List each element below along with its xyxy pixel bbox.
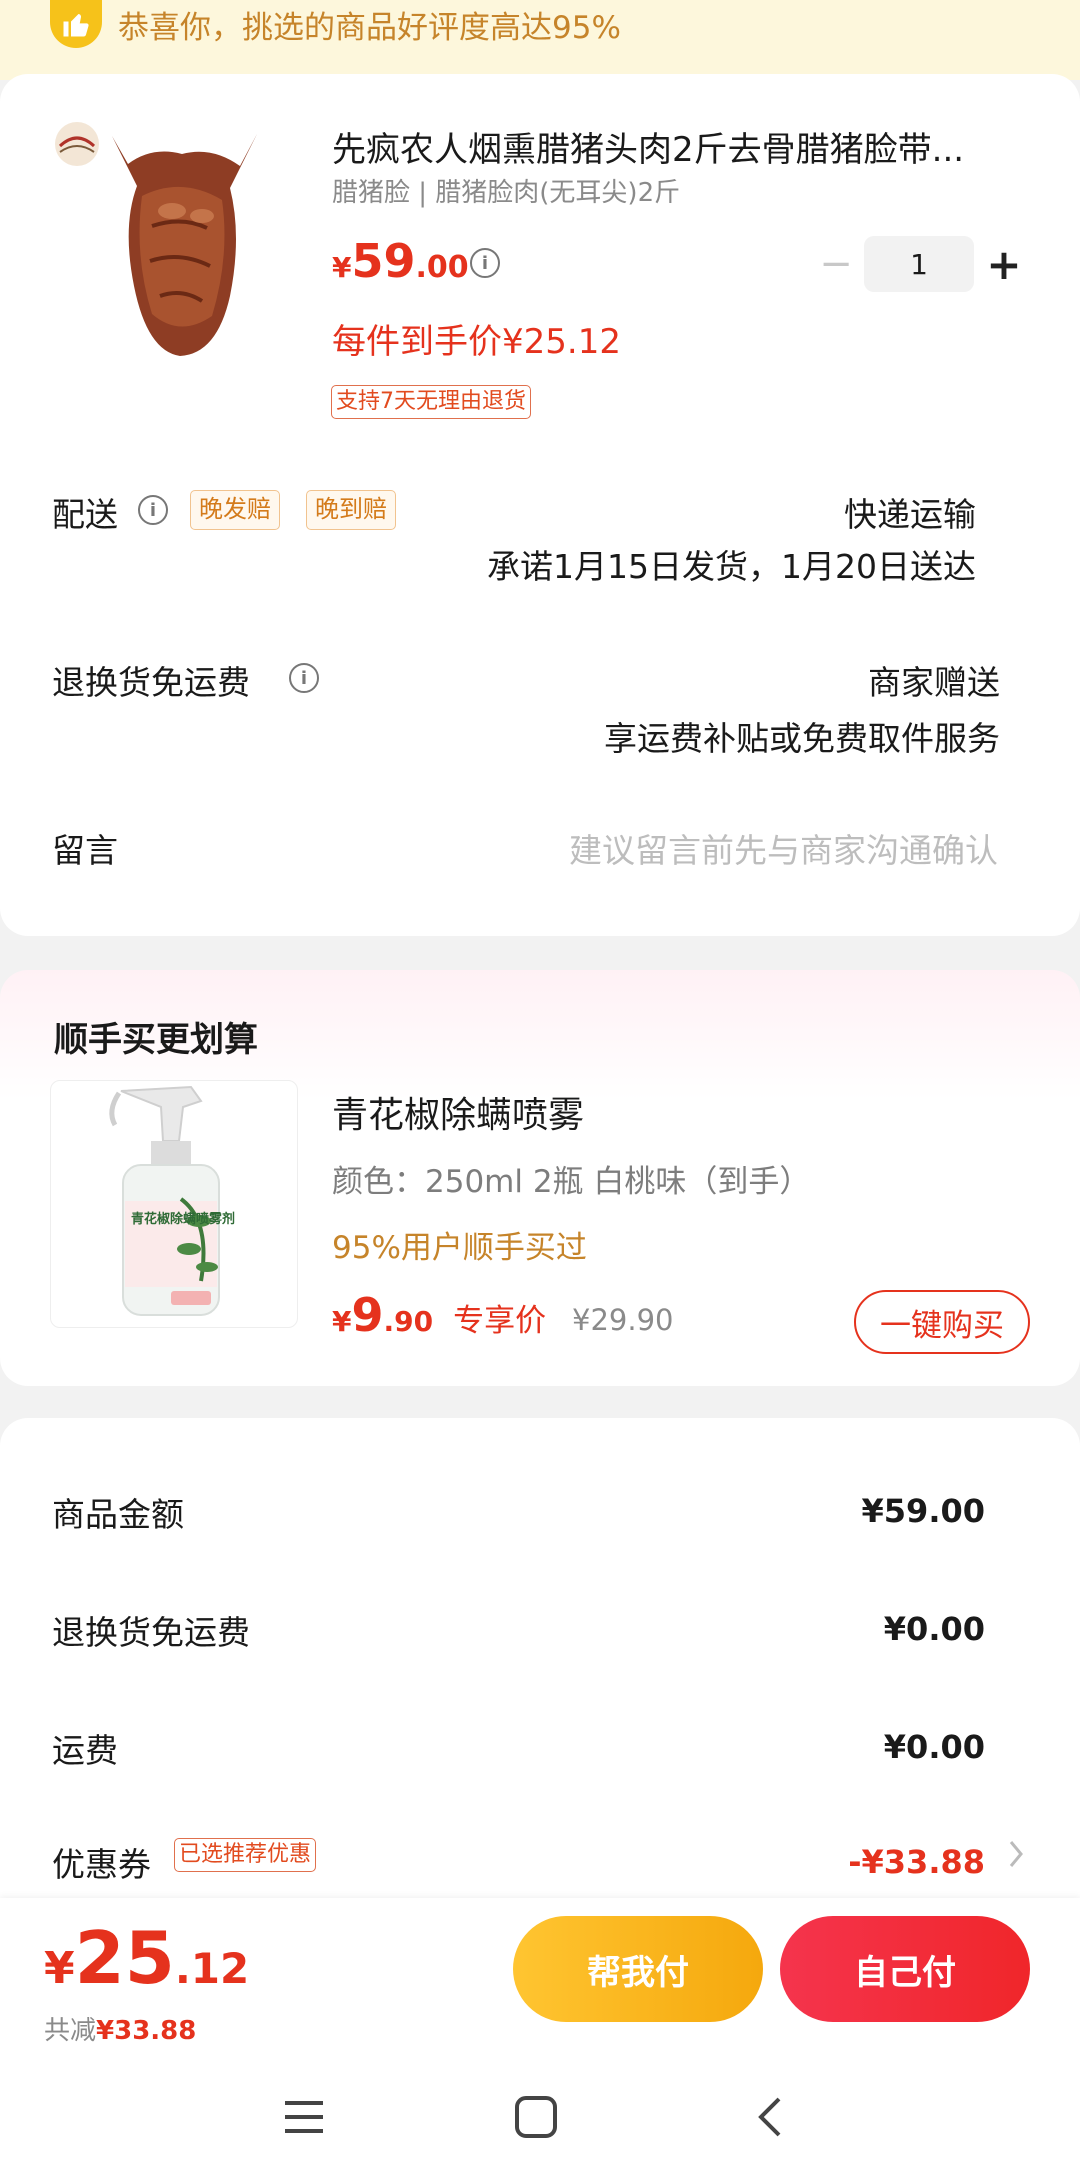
price-currency: ¥ (332, 251, 352, 284)
addon-price-label: 专享价 (453, 1303, 547, 1339)
addon-price-currency: ¥ (332, 1305, 352, 1338)
one-click-buy-button[interactable]: 一键购买 (854, 1290, 1030, 1354)
order-product-card: 先疯农人烟熏腊猪头肉2斤去骨腊猪脸带... 腊猪脸 | 腊猪脸肉(无耳尖)2斤 … (0, 74, 1080, 936)
late-ship-tag[interactable]: 晚发赔 (190, 490, 280, 530)
return-shipping-label: 退换货免运费 (52, 663, 250, 702)
goods-amount-label: 商品金额 (52, 1495, 184, 1534)
addon-product-image[interactable]: 青花椒除螨喷雾剂 (50, 1080, 298, 1328)
delivery-info-icon[interactable]: i (138, 495, 168, 525)
product-price: ¥ 59 .00 (332, 234, 469, 288)
praise-banner: 恭喜你，挑选的商品好评度高达95% (0, 0, 1080, 80)
delivery-label: 配送 (52, 495, 118, 534)
goods-amount-value: ¥59.00 (861, 1492, 985, 1530)
delivery-promise: 承诺1月15日发货，1月20日送达 (487, 547, 976, 586)
total-decimal: .12 (174, 1944, 250, 1993)
quantity-minus-button[interactable]: − (808, 241, 864, 287)
total-integer: 25 (74, 1916, 175, 2000)
total-currency: ¥ (44, 1943, 75, 1994)
return-fee-value: ¥0.00 (883, 1610, 985, 1648)
addon-original-price: ¥29.90 (572, 1303, 674, 1337)
product-title[interactable]: 先疯农人烟熏腊猪头肉2斤去骨腊猪脸带... (332, 122, 1022, 171)
price-integer: 59 (351, 234, 416, 288)
banner-text: 恭喜你，挑选的商品好评度高达95% (118, 10, 621, 46)
addon-price-decimal: .90 (383, 1305, 434, 1338)
product-image[interactable] (52, 116, 302, 366)
total-saved: 共减¥33.88 (44, 2010, 196, 2047)
return-policy-tag: 支持7天无理由退货 (331, 385, 531, 419)
menu-icon[interactable] (274, 2090, 334, 2144)
saved-value: ¥33.88 (96, 2016, 197, 2046)
addon-price: ¥ 9 .90 专享价 (332, 1288, 546, 1342)
back-icon[interactable] (740, 2090, 800, 2144)
addon-title[interactable]: 青花椒除螨喷雾 (332, 1086, 584, 1138)
self-pay-button[interactable]: 自己付 (780, 1916, 1030, 2022)
per-item-price: 每件到手价¥25.12 (332, 322, 621, 362)
home-icon[interactable] (506, 2090, 566, 2144)
price-info-icon[interactable]: i (470, 248, 500, 278)
addon-spec: 颜色：250ml 2瓶 白桃味（到手） (332, 1164, 811, 1200)
quantity-input[interactable]: 1 (864, 236, 974, 292)
message-input[interactable]: 建议留言前先与商家沟通确认 (569, 824, 998, 872)
addon-price-integer: 9 (351, 1288, 384, 1342)
addon-section-title: 顺手买更划算 (54, 1020, 258, 1060)
shipping-fee-value: ¥0.00 (883, 1728, 985, 1766)
message-label: 留言 (52, 831, 118, 870)
coupon-tag: 已选推荐优惠 (174, 1838, 317, 1872)
saved-prefix: 共减 (44, 2016, 97, 2046)
help-pay-button[interactable]: 帮我付 (513, 1916, 763, 2022)
quantity-stepper: − 1 + (808, 236, 1034, 292)
price-decimal: .00 (415, 250, 469, 285)
delivery-method[interactable]: 快递运输 (844, 488, 976, 536)
addon-card: 顺手买更划算 青花椒除螨喷雾剂 青花椒除螨喷雾 颜色：250ml 2瓶 白桃味（… (0, 970, 1080, 1386)
checkout-bar: ¥ 25 .12 共减¥33.88 帮我付 自己付 (0, 1898, 1080, 2167)
return-shipping-info-icon[interactable]: i (289, 663, 319, 693)
total-price: ¥ 25 .12 (44, 1916, 249, 2000)
chevron-right-icon[interactable] (1008, 1838, 1024, 1878)
quantity-plus-button[interactable]: + (974, 240, 1034, 289)
product-spec[interactable]: 腊猪脸 | 腊猪脸肉(无耳尖)2斤 (332, 172, 680, 209)
shipping-fee-label: 运费 (52, 1731, 118, 1770)
price-summary-card: 商品金额 ¥59.00 退换货免运费 ¥0.00 运费 ¥0.00 优惠券 已选… (0, 1418, 1080, 1898)
coupon-label[interactable]: 优惠券 (52, 1838, 151, 1886)
coupon-value[interactable]: -¥33.88 (848, 1843, 985, 1881)
return-fee-label: 退换货免运费 (52, 1613, 250, 1652)
system-nav-bar (0, 2066, 1080, 2167)
addon-social-proof: 95%用户顺手买过 (332, 1230, 587, 1266)
return-shipping-provider: 商家赠送 (868, 663, 1000, 702)
thumbs-up-icon (50, 0, 102, 48)
late-arrive-tag[interactable]: 晚到赔 (306, 490, 396, 530)
return-shipping-desc: 享运费补贴或免费取件服务 (604, 719, 1000, 758)
bottle-label: 青花椒除螨喷雾剂 (131, 1211, 235, 1227)
